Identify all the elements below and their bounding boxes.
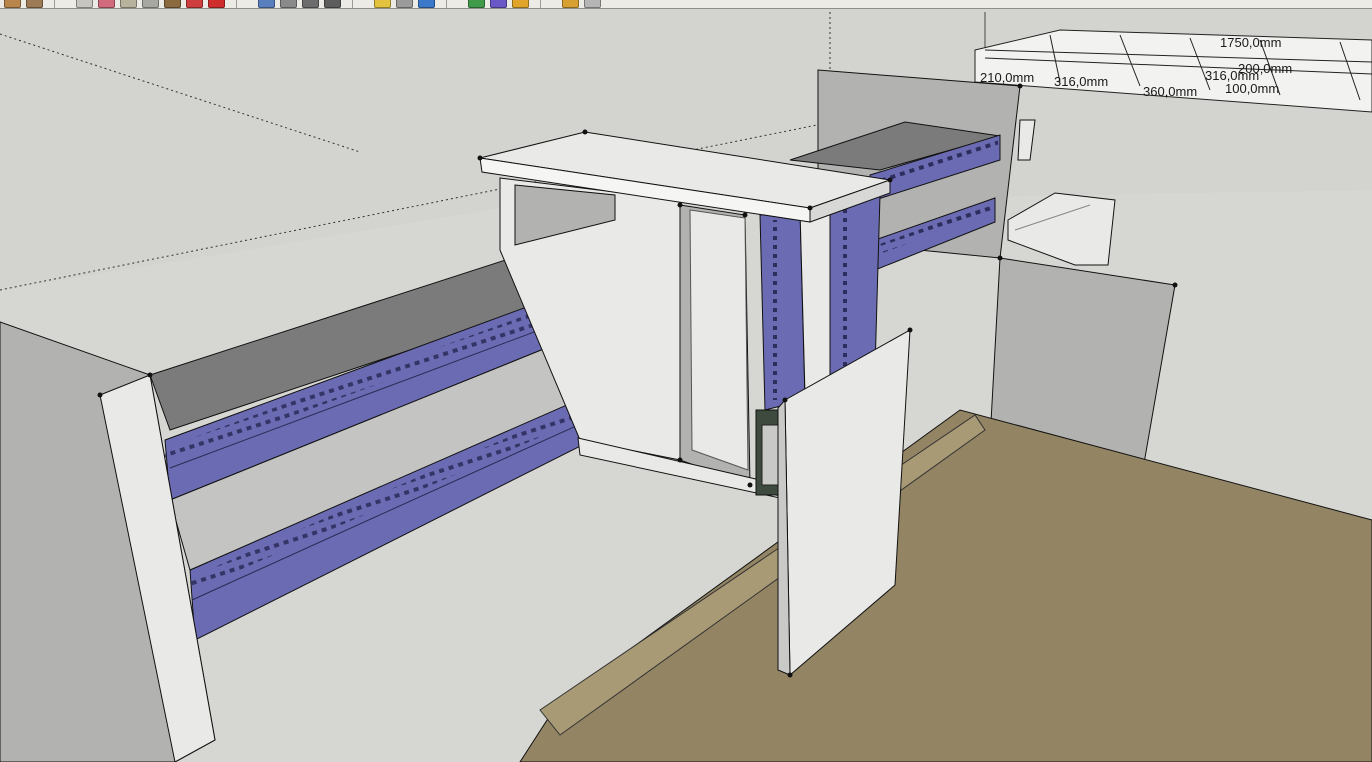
pan-icon[interactable]	[280, 0, 297, 8]
look-around-icon[interactable]	[396, 0, 413, 8]
toolbar-separator	[236, 0, 237, 8]
toolbar-separator	[446, 0, 447, 8]
z-axis-rail-left[interactable]	[759, 209, 806, 411]
dimension-label[interactable]: 1750,0mm	[1220, 35, 1281, 50]
tape-measure-icon[interactable]	[512, 0, 529, 8]
scene-svg[interactable]: 1750,0mm 200,0mm 316,0mm 210,0mm 316,0mm…	[0, 9, 1372, 762]
section-plane-icon[interactable]	[418, 0, 435, 8]
3d-viewport[interactable]: 1750,0mm 200,0mm 316,0mm 210,0mm 316,0mm…	[0, 9, 1372, 762]
walk-icon[interactable]	[374, 0, 391, 8]
scale-icon[interactable]	[142, 0, 159, 8]
component-icon[interactable]	[26, 0, 43, 8]
toolbar-separator	[352, 0, 353, 8]
orbit-icon[interactable]	[258, 0, 275, 8]
push-pull-icon[interactable]	[98, 0, 115, 8]
z-axis-rail-right[interactable]	[827, 194, 881, 379]
dimension-label[interactable]: 316,0mm	[1054, 74, 1108, 89]
text-icon[interactable]	[562, 0, 579, 8]
dimension-icon[interactable]	[468, 0, 485, 8]
zoom-icon[interactable]	[302, 0, 319, 8]
rotate-icon[interactable]	[120, 0, 137, 8]
offset-icon[interactable]	[186, 0, 203, 8]
move-icon[interactable]	[76, 0, 93, 8]
follow-me-icon[interactable]	[164, 0, 181, 8]
select-arrow-icon[interactable]	[4, 0, 21, 8]
toolbar-separator	[54, 0, 55, 8]
protractor-icon[interactable]	[490, 0, 507, 8]
dimension-label[interactable]: 210,0mm	[980, 70, 1034, 85]
undo-icon[interactable]	[208, 0, 225, 8]
zoom-window-icon[interactable]	[324, 0, 341, 8]
toolbar-separator	[540, 0, 541, 8]
main-toolbar	[0, 0, 1372, 9]
dimension-label[interactable]: 100,0mm	[1225, 81, 1279, 96]
z-axis-plate	[799, 204, 831, 396]
axes-icon[interactable]	[584, 0, 601, 8]
dimension-label[interactable]: 360,0mm	[1143, 84, 1197, 99]
